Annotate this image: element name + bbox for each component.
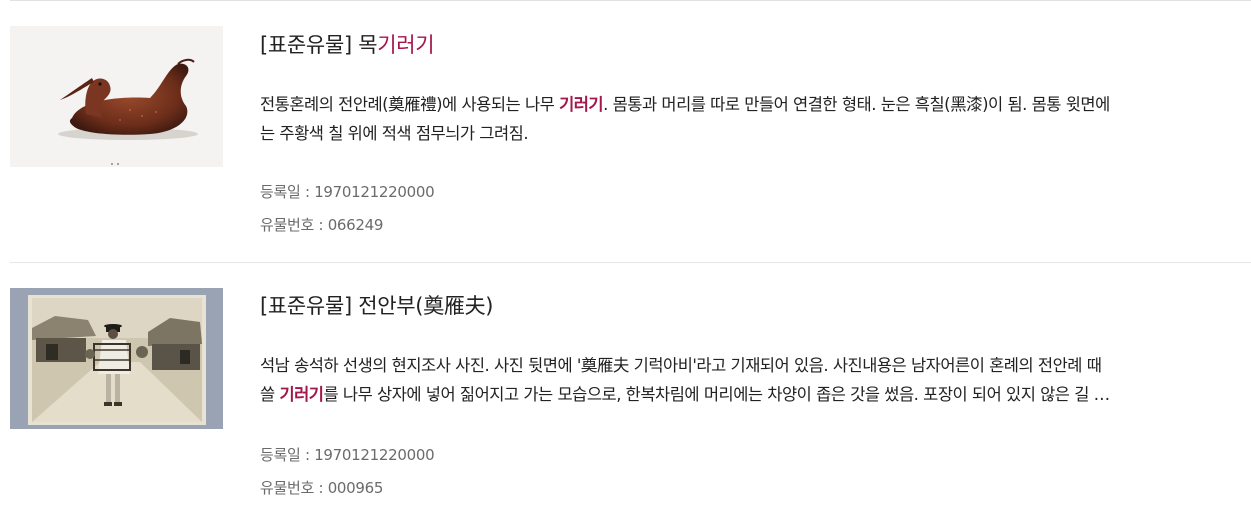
desc-text: 는 주황색 칠 위에 적색 점무늬가 그려짐. [260,124,529,143]
result-item: [표준유물] 전안부(奠雁夫) 석남 송석하 선생의 현지조사 사진. 사진 뒷… [10,263,1251,516]
result-title-link[interactable]: [표준유물] 목기러기 [260,29,435,59]
result-title-prefix: [표준유물] 목 [260,33,378,57]
wooden-duck-image [10,26,223,167]
result-description: 전통혼례의 전안례(奠雁禮)에 사용되는 나무 기러기. 몸통과 머리를 따로 … [260,90,1250,148]
desc-text: 쓸 [260,385,280,404]
desc-highlight: 기러기 [279,385,324,404]
desc-line: 석남 송석하 선생의 현지조사 사진. 사진 뒷면에 '奠雁夫 기럭아비'라고 … [260,351,1250,380]
result-title-prefix: [표준유물] 전안부(奠雁夫) [260,294,494,318]
vintage-photo-image [10,288,223,429]
desc-line: 쓸 기러기를 나무 상자에 넣어 짊어지고 가는 모습으로, 한복차림에 머리에… [260,380,1250,409]
desc-line: 는 주황색 칠 위에 적색 점무늬가 그려짐. [260,119,1250,148]
registration-date: 등록일 : 1970121220000 [260,446,435,464]
result-thumbnail[interactable] [10,26,223,167]
item-number: 유물번호 : 066249 [260,216,384,234]
result-thumbnail[interactable] [10,288,223,429]
desc-line: 전통혼례의 전안례(奠雁禮)에 사용되는 나무 기러기. 몸통과 머리를 따로 … [260,90,1250,119]
desc-text: 전통혼례의 전안례(奠雁禮)에 사용되는 나무 [260,95,560,114]
item-number: 유물번호 : 000965 [260,479,384,497]
result-item: [표준유물] 목기러기 전통혼례의 전안례(奠雁禮)에 사용되는 나무 기러기.… [10,1,1251,262]
desc-highlight: 기러기 [559,95,604,114]
result-title-link[interactable]: [표준유물] 전안부(奠雁夫) [260,290,493,320]
desc-text: 를 나무 상자에 넣어 짊어지고 가는 모습으로, 한복차림에 머리에는 차양이… [323,385,1110,404]
desc-text: . 몸통과 머리를 따로 만들어 연결한 형태. 눈은 흑칠(黑漆)이 됨. 몸… [603,95,1110,114]
registration-date: 등록일 : 1970121220000 [260,183,435,201]
desc-text: 석남 송석하 선생의 현지조사 사진. 사진 뒷면에 '奠雁夫 기럭아비'라고 … [260,356,1102,375]
result-description: 석남 송석하 선생의 현지조사 사진. 사진 뒷면에 '奠雁夫 기럭아비'라고 … [260,351,1250,409]
result-title-highlight: 기러기 [377,33,435,57]
